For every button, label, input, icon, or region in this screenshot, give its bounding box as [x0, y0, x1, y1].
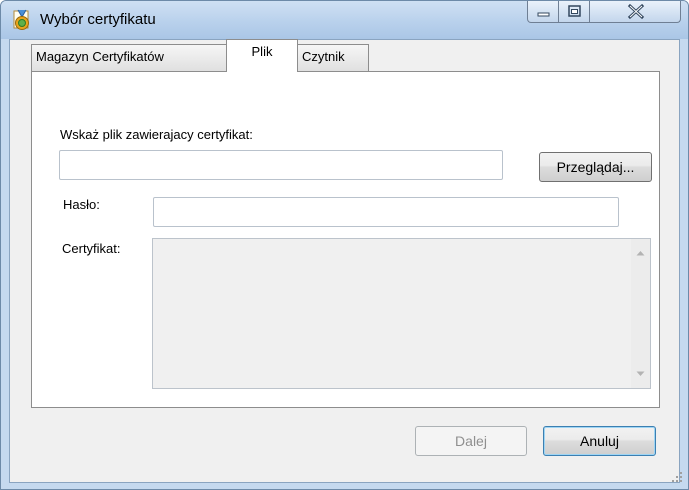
resize-grip-icon[interactable]	[671, 471, 683, 483]
minimize-button[interactable]	[527, 1, 559, 23]
certificate-textarea[interactable]	[152, 238, 651, 389]
close-icon	[627, 3, 645, 20]
scroll-down-icon[interactable]	[636, 371, 645, 377]
dialog-window: Wybór certyfikatu Magazyn Certyfikatów P…	[0, 0, 689, 490]
cancel-button[interactable]: Anuluj	[543, 426, 656, 456]
tab-reader[interactable]: Czytnik	[297, 44, 369, 71]
browse-button[interactable]: Przeglądaj...	[539, 152, 652, 182]
window-title: Wybór certyfikatu	[40, 11, 156, 28]
file-path-input[interactable]	[59, 150, 503, 180]
certificate-medal-icon	[12, 9, 34, 33]
file-prompt-label: Wskaż plik zawierajacy certyfikat:	[60, 127, 253, 142]
title-bar[interactable]: Wybór certyfikatu	[1, 1, 688, 39]
next-button[interactable]: Dalej	[415, 426, 527, 456]
tab-file[interactable]: Plik	[226, 39, 298, 72]
certificate-label: Certyfikat:	[62, 241, 121, 256]
maximize-button[interactable]	[558, 1, 590, 23]
password-label: Hasło:	[63, 197, 100, 212]
caption-buttons	[527, 1, 681, 23]
maximize-icon	[568, 5, 581, 17]
scroll-up-icon[interactable]	[636, 250, 645, 256]
minimize-icon	[537, 12, 550, 17]
password-input[interactable]	[153, 197, 619, 227]
close-button[interactable]	[589, 1, 681, 23]
certificate-scrollbar[interactable]	[631, 239, 650, 388]
tab-certificate-store[interactable]: Magazyn Certyfikatów	[31, 44, 227, 71]
